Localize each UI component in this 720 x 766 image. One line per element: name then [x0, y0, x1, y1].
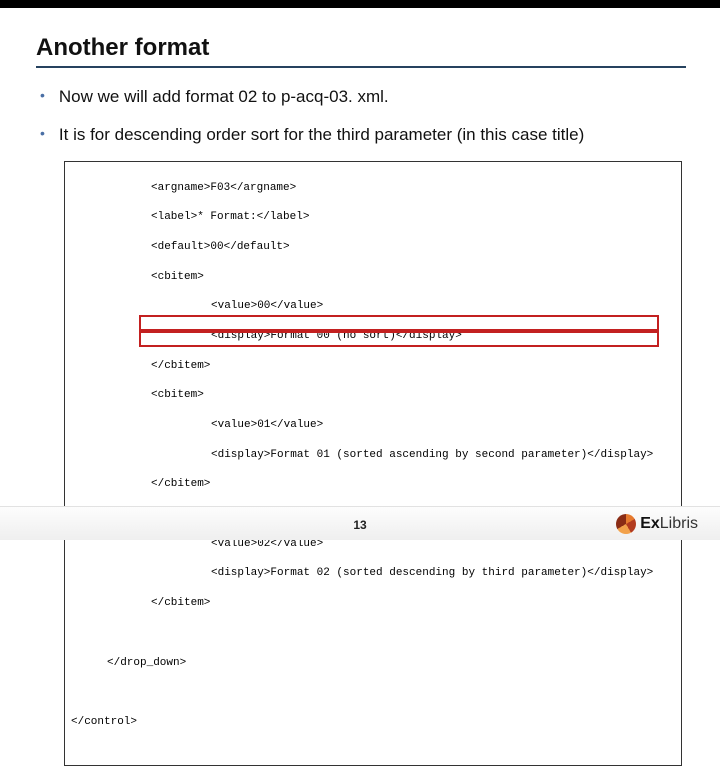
bullet-text: It is for descending order sort for the … [59, 122, 584, 148]
bullet-item: • Now we will add format 02 to p-acq-03.… [40, 84, 684, 110]
code-line: <display>Format 01 (sorted ascending by … [211, 448, 675, 463]
code-line: </control> [71, 715, 675, 730]
code-line: <cbitem> [151, 270, 675, 285]
slide: Another format • Now we will add format … [0, 0, 720, 540]
page-number: 13 [353, 518, 366, 532]
slide-title: Another format [36, 34, 684, 62]
code-line: <default>00</default> [151, 240, 675, 255]
code-block: <argname>F03</argname> <label>* Format:<… [71, 166, 675, 760]
logo-swirl-icon [616, 514, 636, 534]
code-sample-box: <argname>F03</argname> <label>* Format:<… [64, 161, 682, 766]
code-line: <value>01</value> [211, 418, 675, 433]
code-line: <display>Format 02 (sorted descending by… [211, 566, 675, 581]
code-line: </cbitem> [151, 596, 675, 611]
code-line: <argname>F03</argname> [151, 181, 675, 196]
exlibris-logo: ExLibris [616, 514, 698, 534]
bullet-icon: • [40, 122, 45, 144]
highlight-rectangle [139, 331, 659, 347]
top-accent-bar [0, 0, 720, 8]
bullet-text: Now we will add format 02 to p-acq-03. x… [59, 84, 389, 110]
code-line: <value>00</value> [211, 299, 675, 314]
bullet-item: • It is for descending order sort for th… [40, 122, 684, 148]
code-line: </cbitem> [151, 359, 675, 374]
title-underline [36, 66, 686, 68]
bullet-icon: • [40, 84, 45, 106]
code-line: <label>* Format:</label> [151, 210, 675, 225]
code-line: <cbitem> [151, 388, 675, 403]
bullet-list: • Now we will add format 02 to p-acq-03.… [40, 84, 684, 149]
code-line: </cbitem> [151, 477, 675, 492]
code-line [71, 626, 675, 641]
code-line [71, 685, 675, 700]
code-line: </drop_down> [107, 656, 675, 671]
highlight-rectangle [139, 315, 659, 331]
logo-text: ExLibris [640, 515, 698, 533]
